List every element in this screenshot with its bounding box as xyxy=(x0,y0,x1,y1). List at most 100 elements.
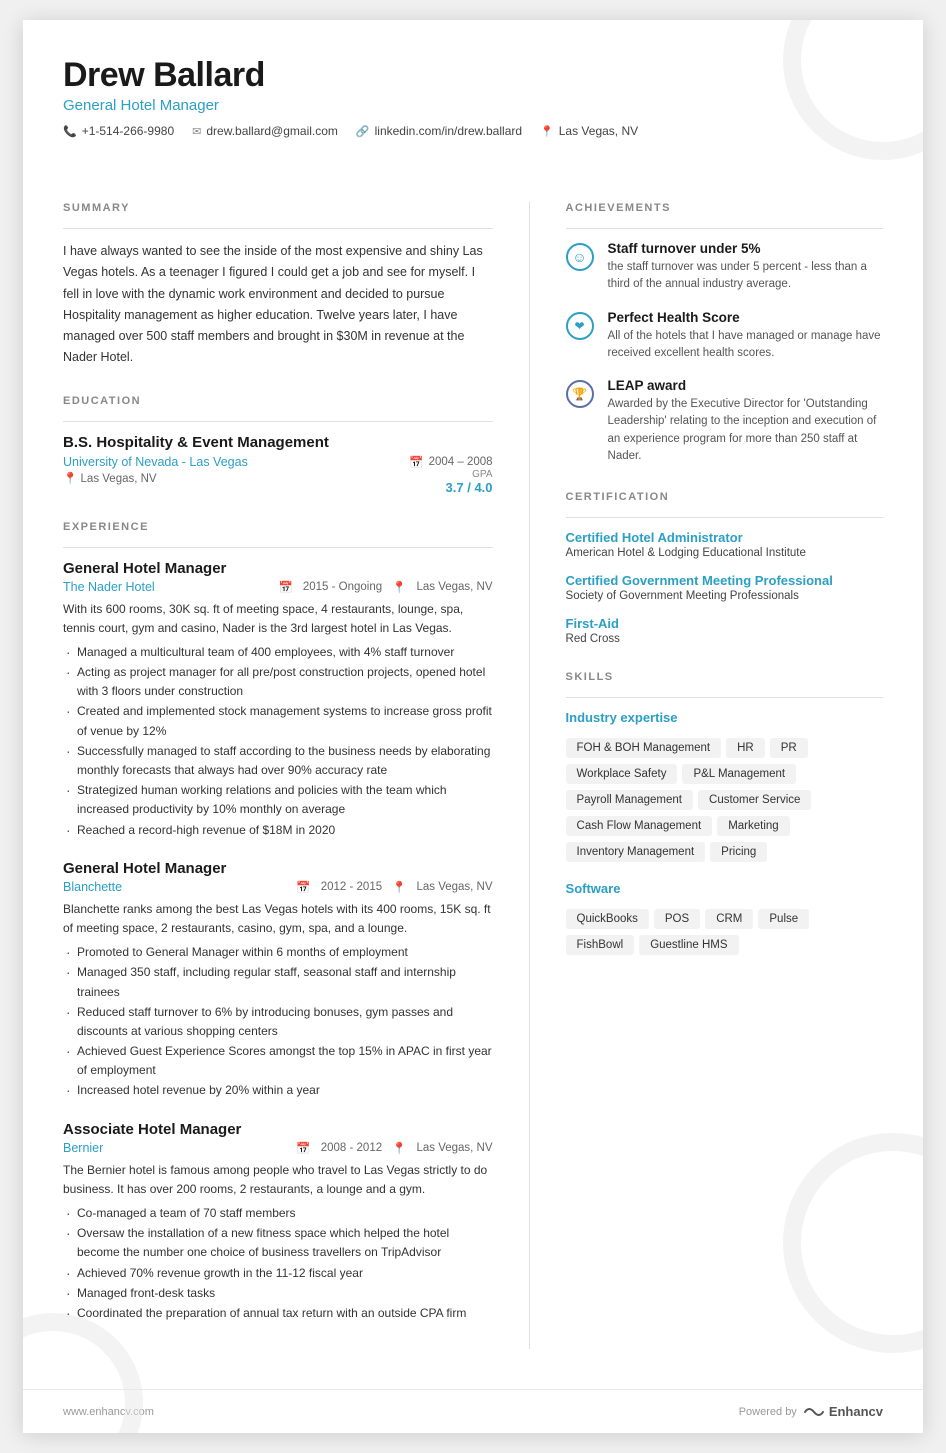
linkedin-icon: 🔗 xyxy=(356,125,370,138)
job1-desc: With its 600 rooms, 30K sq. ft of meetin… xyxy=(63,600,493,638)
footer-url: www.enhancv.com xyxy=(63,1406,154,1418)
job2-desc: Blanchette ranks among the best Las Vega… xyxy=(63,900,493,938)
edu-cal-icon: 📅 xyxy=(409,455,423,469)
job1-title: General Hotel Manager xyxy=(63,560,493,577)
job2-title: General Hotel Manager xyxy=(63,860,493,877)
certification-section: CERTIFICATION Certified Hotel Administra… xyxy=(566,491,883,645)
skill-tag: Customer Service xyxy=(698,790,811,810)
skills-industry: Industry expertise FOH & BOH Management … xyxy=(566,710,883,865)
list-item: Oversaw the installation of a new fitnes… xyxy=(63,1224,493,1262)
job2-cal-icon: 📅 xyxy=(296,880,310,894)
cert-3-title: First-Aid xyxy=(566,616,883,631)
cert-3-issuer: Red Cross xyxy=(566,633,883,645)
job2-bullets: Promoted to General Manager within 6 mon… xyxy=(63,943,493,1101)
job2-pin-icon: 📍 xyxy=(392,880,406,894)
heart-icon: ❤ xyxy=(566,312,594,340)
candidate-name: Drew Ballard xyxy=(63,56,883,95)
experience-job-1: General Hotel Manager The Nader Hotel 📅 … xyxy=(63,560,493,840)
enhancv-logo: Enhancv xyxy=(803,1404,883,1419)
list-item: Managed front-desk tasks xyxy=(63,1284,493,1303)
resume-header: Drew Ballard General Hotel Manager 📞 +1-… xyxy=(23,20,923,162)
skill-tag: Inventory Management xyxy=(566,842,706,862)
skill-tag: QuickBooks xyxy=(566,909,649,929)
skill-tag: CRM xyxy=(705,909,753,929)
list-item: Reduced staff turnover to 6% by introduc… xyxy=(63,1003,493,1041)
list-item: Increased hotel revenue by 20% within a … xyxy=(63,1081,493,1100)
job3-pin-icon: 📍 xyxy=(392,1141,406,1155)
list-item: Created and implemented stock management… xyxy=(63,702,493,740)
cert-2: Certified Government Meeting Professiona… xyxy=(566,573,883,602)
job3-company: Bernier xyxy=(63,1141,103,1155)
edu-dates: 📅 2004 – 2008 xyxy=(409,455,492,469)
achievement-3-title: LEAP award xyxy=(608,378,883,393)
job1-company: The Nader Hotel xyxy=(63,580,155,594)
experience-section: EXPERIENCE General Hotel Manager The Nad… xyxy=(63,521,493,1324)
job1-pin-icon: 📍 xyxy=(392,580,406,594)
skills-software-grid: QuickBooks POS CRM Pulse FishBowl Guestl… xyxy=(566,906,883,958)
email-icon: ✉ xyxy=(192,125,201,138)
list-item: Managed 350 staff, including regular sta… xyxy=(63,963,493,1001)
skill-tag: Cash Flow Management xyxy=(566,816,713,836)
certification-label: CERTIFICATION xyxy=(566,491,883,503)
achievements-label: ACHIEVEMENTS xyxy=(566,202,883,214)
skill-tag: POS xyxy=(654,909,700,929)
skills-label: SKILLS xyxy=(566,671,883,683)
achievements-section: ACHIEVEMENTS ☺ Staff turnover under 5% t… xyxy=(566,202,883,465)
summary-section: SUMMARY I have always wanted to see the … xyxy=(63,202,493,369)
right-column: ACHIEVEMENTS ☺ Staff turnover under 5% t… xyxy=(530,202,883,1349)
cert-3: First-Aid Red Cross xyxy=(566,616,883,645)
list-item: Promoted to General Manager within 6 mon… xyxy=(63,943,493,962)
job3-dates-loc: 📅 2008 - 2012 📍 Las Vegas, NV xyxy=(296,1141,492,1155)
education-section: EDUCATION B.S. Hospitality & Event Manag… xyxy=(63,395,493,495)
list-item: Achieved 70% revenue growth in the 11-12… xyxy=(63,1264,493,1283)
cert-1: Certified Hotel Administrator American H… xyxy=(566,530,883,559)
edu-location: 📍 Las Vegas, NV xyxy=(63,471,248,485)
left-column: SUMMARY I have always wanted to see the … xyxy=(63,202,530,1349)
list-item: Coordinated the preparation of annual ta… xyxy=(63,1304,493,1323)
education-label: EDUCATION xyxy=(63,395,493,407)
edu-location-pin-icon: 📍 xyxy=(63,473,77,485)
achievement-2-content: Perfect Health Score All of the hotels t… xyxy=(608,310,883,363)
edu-left: University of Nevada - Las Vegas 📍 Las V… xyxy=(63,455,248,485)
list-item: Co-managed a team of 70 staff members xyxy=(63,1204,493,1223)
edu-gpa-value: 3.7 / 4.0 xyxy=(409,480,492,495)
contact-phone: 📞 +1-514-266-9980 xyxy=(63,124,174,138)
list-item: Acting as project manager for all pre/po… xyxy=(63,663,493,701)
list-item: Managed a multicultural team of 400 empl… xyxy=(63,643,493,662)
job1-meta: The Nader Hotel 📅 2015 - Ongoing 📍 Las V… xyxy=(63,580,493,594)
location-icon: 📍 xyxy=(540,125,554,138)
list-item: Successfully managed to staff according … xyxy=(63,742,493,780)
experience-job-2: General Hotel Manager Blanchette 📅 2012 … xyxy=(63,860,493,1101)
skills-software-label: Software xyxy=(566,881,883,896)
skill-tag: Pulse xyxy=(758,909,809,929)
skills-industry-grid: FOH & BOH Management HR PR Workplace Saf… xyxy=(566,735,883,865)
job2-company: Blanchette xyxy=(63,880,122,894)
edu-gpa-label: GPA xyxy=(409,469,492,480)
cert-2-title: Certified Government Meeting Professiona… xyxy=(566,573,883,588)
achievement-3: 🏆 LEAP award Awarded by the Executive Di… xyxy=(566,378,883,465)
skill-tag: Pricing xyxy=(710,842,767,862)
job1-cal-icon: 📅 xyxy=(279,580,293,594)
skill-tag: FishBowl xyxy=(566,935,635,955)
footer-powered: Powered by Enhancv xyxy=(739,1404,883,1419)
contact-row: 📞 +1-514-266-9980 ✉ drew.ballard@gmail.c… xyxy=(63,124,883,138)
skills-section: SKILLS Industry expertise FOH & BOH Mana… xyxy=(566,671,883,958)
list-item: Strategized human working relations and … xyxy=(63,781,493,819)
experience-label: EXPERIENCE xyxy=(63,521,493,533)
list-item: Achieved Guest Experience Scores amongst… xyxy=(63,1042,493,1080)
edu-school: University of Nevada - Las Vegas xyxy=(63,455,248,469)
job1-dates-loc: 📅 2015 - Ongoing 📍 Las Vegas, NV xyxy=(279,580,493,594)
candidate-title: General Hotel Manager xyxy=(63,97,883,114)
contact-location: 📍 Las Vegas, NV xyxy=(540,124,638,138)
skill-tag: HR xyxy=(726,738,765,758)
skill-tag: P&L Management xyxy=(682,764,796,784)
edu-right: 📅 2004 – 2008 GPA 3.7 / 4.0 xyxy=(409,455,492,495)
cert-2-issuer: Society of Government Meeting Profession… xyxy=(566,590,883,602)
skill-tag: PR xyxy=(770,738,808,758)
job3-cal-icon: 📅 xyxy=(296,1141,310,1155)
resume-footer: www.enhancv.com Powered by Enhancv xyxy=(23,1389,923,1433)
trophy-icon: 🏆 xyxy=(566,380,594,408)
summary-label: SUMMARY xyxy=(63,202,493,214)
achievement-2-desc: All of the hotels that I have managed or… xyxy=(608,328,883,363)
achievement-1-content: Staff turnover under 5% the staff turnov… xyxy=(608,241,883,294)
